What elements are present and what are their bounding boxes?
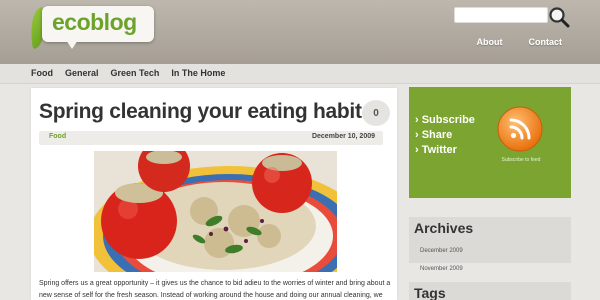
post-meta: Food December 10, 2009 bbox=[39, 131, 383, 145]
nav-contact[interactable]: Contact bbox=[529, 37, 563, 47]
tags-title: Tags bbox=[414, 285, 446, 300]
archives-widget: Archives December 2009 November 2009 bbox=[409, 217, 571, 272]
post-category-link[interactable]: Food bbox=[49, 133, 66, 140]
archive-link-december-2009[interactable]: December 2009 bbox=[420, 248, 463, 254]
rss-icon[interactable] bbox=[497, 106, 543, 152]
post-excerpt: Spring offers us a great opportunity – i… bbox=[39, 280, 391, 299]
comment-count-badge[interactable]: 0 bbox=[362, 100, 390, 126]
post-date: December 10, 2009 bbox=[311, 133, 375, 140]
category-bar: Food General Green Tech In The Home bbox=[0, 64, 600, 84]
archive-link-november-2009[interactable]: November 2009 bbox=[420, 266, 463, 272]
share-link[interactable]: › Share bbox=[415, 129, 475, 141]
logo-text: ecoblog bbox=[52, 9, 137, 35]
category-general[interactable]: General bbox=[65, 68, 99, 78]
logo-bubble-tail bbox=[66, 40, 78, 49]
list-item: November 2009 bbox=[420, 257, 463, 275]
category-green-tech[interactable]: Green Tech bbox=[111, 68, 160, 78]
post-title[interactable]: Spring cleaning your eating habits bbox=[39, 100, 373, 124]
top-nav: About Contact bbox=[477, 37, 563, 47]
post-image[interactable] bbox=[94, 151, 337, 272]
archives-list: December 2009 November 2009 bbox=[420, 239, 463, 275]
list-item: December 2009 bbox=[420, 239, 463, 257]
twitter-link[interactable]: › Twitter bbox=[415, 144, 475, 156]
category-in-the-home[interactable]: In The Home bbox=[171, 68, 225, 78]
post-card: Spring cleaning your eating habits 0 Foo… bbox=[31, 88, 397, 300]
search-icon[interactable] bbox=[547, 5, 571, 29]
search-input[interactable] bbox=[454, 7, 548, 23]
tags-widget: Tags bbox=[409, 282, 571, 300]
subscribe-widget: › Subscribe › Share › Twitter Subscribe … bbox=[409, 87, 571, 198]
subscribe-link[interactable]: › Subscribe bbox=[415, 114, 475, 126]
rss-label: Subscribe to feed bbox=[501, 157, 541, 163]
site-header: ecoblog About Contact bbox=[0, 0, 600, 64]
category-food[interactable]: Food bbox=[31, 68, 53, 78]
archives-title: Archives bbox=[414, 220, 474, 236]
nav-about[interactable]: About bbox=[477, 37, 503, 47]
